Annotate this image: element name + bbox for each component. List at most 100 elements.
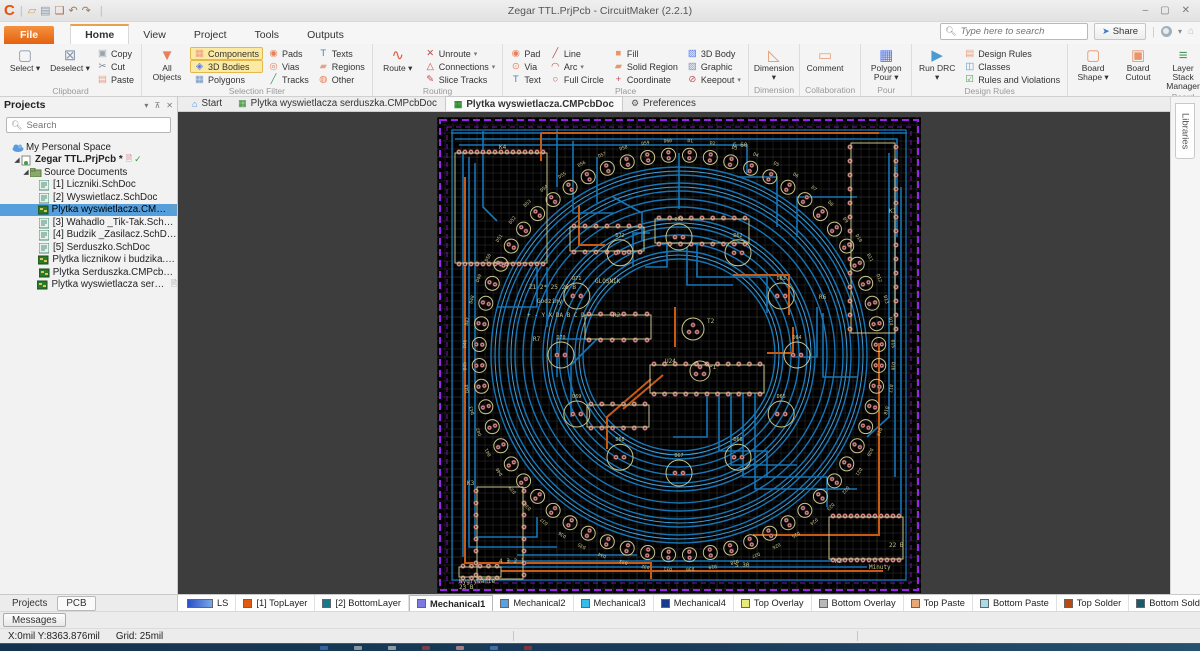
ribbon-button-pads[interactable]: ◉ Pads bbox=[264, 47, 313, 60]
ribbon-button-vias[interactable]: ◎ Vias bbox=[264, 60, 313, 73]
ribbon-button-all-objects[interactable]: ▼ All Objects bbox=[145, 45, 189, 86]
ribbon-button-comment[interactable]: ▭ Comment bbox=[803, 45, 847, 85]
ribbon-button-line[interactable]: ╱ Line bbox=[546, 47, 608, 60]
layer-tab-top-paste[interactable]: Top Paste bbox=[904, 595, 973, 611]
ribbon-button-3d-body[interactable]: ▧ 3D Body bbox=[683, 47, 745, 60]
ribbon-button-dimension[interactable]: ◺ Dimension ▾ bbox=[752, 45, 796, 85]
ribbon-button-3d-bodies[interactable]: ◈ 3D Bodies bbox=[190, 60, 264, 73]
tree-item-plytka-wyswietlacza-serduszka-c[interactable]: Plytka wyswietlacza serduszka.C🗎 bbox=[0, 279, 177, 292]
ribbon-button-solid-region[interactable]: ▰ Solid Region bbox=[609, 60, 682, 73]
tree-item-5-serduszko-schdoc[interactable]: [5] Serduszko.SchDoc bbox=[0, 241, 177, 254]
tree-item-plytka-wyswietlacza-cmpcbdoc[interactable]: Plytka wyswietlacza.CMPcbDoc🗎 bbox=[0, 203, 177, 216]
doc-tab-plytka-wyswietlacza-serduszka-cmpcbdoc[interactable]: ▦ Plytka wyswietlacza serduszka.CMPcbDoc bbox=[230, 96, 445, 111]
ribbon-button-rules-and-violations[interactable]: ☑ Rules and Violations bbox=[960, 73, 1064, 86]
ribbon-button-components[interactable]: ▦ Components bbox=[190, 47, 264, 60]
user-menu-caret[interactable]: ▾ bbox=[1178, 27, 1182, 36]
tree-item-2-wyswietlacz-schdoc[interactable]: [2] Wyswietlacz.SchDoc bbox=[0, 191, 177, 204]
layer-tab-mechanical3[interactable]: Mechanical3 bbox=[574, 595, 654, 611]
panel-collapse-icon[interactable]: ▾ bbox=[144, 101, 148, 110]
tree-item-plytka-serduszka-cmpcbdoc[interactable]: Plytka Serduszka.CMPcbDoc bbox=[0, 266, 177, 279]
ribbon-button-full-circle[interactable]: ○ Full Circle bbox=[546, 73, 608, 86]
ribbon-button-coordinate[interactable]: + Coordinate bbox=[609, 73, 682, 86]
save-icon[interactable]: ▤ bbox=[40, 5, 50, 17]
layer-tab-top-solder[interactable]: Top Solder bbox=[1057, 595, 1130, 611]
ribbon-button-layer-stack-manager[interactable]: ≡ Layer Stack Manager bbox=[1161, 45, 1200, 92]
tree-item-1-liczniki-schdoc[interactable]: [1] Liczniki.SchDoc bbox=[0, 179, 177, 192]
ribbon-button-design-rules[interactable]: ▤ Design Rules bbox=[960, 47, 1064, 60]
ribbon-button-copy[interactable]: ▣ Copy bbox=[93, 47, 138, 60]
doc-tab-preferences[interactable]: ⚙ Preferences bbox=[623, 96, 704, 111]
doc-tab-start[interactable]: ⌂ Start bbox=[184, 96, 230, 111]
ribbon-button-board-shape[interactable]: ▢ Board Shape ▾ bbox=[1071, 45, 1115, 92]
pcb-board[interactable]: D1 D2D3D4D5D6D7D8D9D10D11D12D13D14D15D16D… bbox=[437, 117, 921, 593]
ribbon-button-slice-tracks[interactable]: ✎ Slice Tracks bbox=[421, 73, 500, 86]
layer-tab-bottom-solder[interactable]: Bottom Solder bbox=[1129, 595, 1200, 611]
layer-tab-1-toplayer[interactable]: [1] TopLayer bbox=[236, 595, 316, 611]
ribbon-button-regions[interactable]: ▰ Regions bbox=[314, 60, 369, 73]
ribbon-button-paste[interactable]: ▤ Paste bbox=[93, 73, 138, 86]
tree-item-4-budzik-zasilacz-schdoc[interactable]: [4] Budzik _Zasilacz.SchDoc bbox=[0, 229, 177, 242]
ribbon-button-route[interactable]: ∿ Route ▾ bbox=[376, 45, 420, 86]
ribbon-button-polygon-pour[interactable]: ▦ Polygon Pour ▾ bbox=[864, 45, 908, 85]
tree-item-plytka-licznikow-i-budzika-cmp[interactable]: Plytka licznikow i budzika.CMP bbox=[0, 254, 177, 267]
ribbon-button-arc[interactable]: ◠ Arc ▾ bbox=[546, 60, 608, 73]
layer-tab-2-bottomlayer[interactable]: [2] BottomLayer bbox=[315, 595, 410, 611]
menu-tab-project[interactable]: Project bbox=[180, 26, 241, 44]
ribbon-button-other[interactable]: ◍ Other bbox=[314, 73, 369, 86]
home-icon[interactable]: ⌂ bbox=[1188, 26, 1194, 37]
layer-tab-mechanical4[interactable]: Mechanical4 bbox=[654, 595, 734, 611]
undo-icon[interactable]: ↶ bbox=[68, 5, 77, 17]
libraries-tab[interactable]: Libraries bbox=[1175, 103, 1195, 159]
close-button[interactable]: ✕ bbox=[1182, 5, 1190, 16]
projects-search-input[interactable] bbox=[26, 119, 166, 131]
open-document-icon[interactable]: ▱ bbox=[28, 5, 36, 17]
menu-tab-outputs[interactable]: Outputs bbox=[293, 26, 358, 44]
ribbon-button-run-drc[interactable]: ▶ Run DRC ▾ bbox=[915, 45, 959, 86]
global-search[interactable]: 🔍︎ bbox=[940, 23, 1089, 40]
ribbon-button-connections[interactable]: △ Connections ▾ bbox=[421, 60, 500, 73]
layer-tab-ls[interactable]: LS bbox=[180, 595, 237, 611]
ribbon-button-board-cutout[interactable]: ▣ Board Cutout bbox=[1116, 45, 1160, 92]
tree-item-3-wahadlo-tik-tak-schdoc[interactable]: [3] Wahadlo _Tik-Tak.SchDoc bbox=[0, 216, 177, 229]
minimize-button[interactable]: – bbox=[1143, 5, 1149, 16]
ribbon-button-deselect[interactable]: ⊠ Deselect ▾ bbox=[48, 45, 92, 86]
panel-close-icon[interactable]: ✕ bbox=[166, 101, 173, 110]
tree-item-my-personal-space[interactable]: My Personal Space bbox=[0, 141, 177, 154]
panel-tab-pcb[interactable]: PCB bbox=[57, 595, 96, 611]
ribbon-button-polygons[interactable]: ▦ Polygons bbox=[190, 73, 263, 86]
tree-item-source-documents[interactable]: ◢ Source Documents bbox=[0, 166, 177, 179]
panel-pin-icon[interactable]: ⊼ bbox=[154, 101, 160, 110]
ribbon-button-keepout[interactable]: ⊘ Keepout ▾ bbox=[683, 73, 745, 86]
layer-tab-bottom-paste[interactable]: Bottom Paste bbox=[973, 595, 1057, 611]
menu-tab-file[interactable]: File bbox=[4, 26, 55, 44]
pcb-canvas[interactable]: D1 D2 D3 D4 D5 D6 D7 D8 D9 D10 D11 D12 D13 D14 D15 D16 D… bbox=[178, 112, 1170, 594]
projects-search[interactable]: 🔍︎ bbox=[6, 117, 171, 133]
expand-icon[interactable]: ◢ bbox=[13, 156, 21, 164]
redo-icon[interactable]: ↷ bbox=[82, 5, 91, 17]
storage-manager-icon[interactable]: ❑ bbox=[55, 5, 65, 17]
layer-tab-bottom-overlay[interactable]: Bottom Overlay bbox=[812, 595, 904, 611]
ribbon-button-classes[interactable]: ◫ Classes bbox=[960, 60, 1064, 73]
user-avatar[interactable] bbox=[1160, 26, 1172, 37]
ribbon-button-unroute[interactable]: ✕ Unroute ▾ bbox=[421, 47, 500, 60]
ribbon-button-fill[interactable]: ■ Fill bbox=[609, 47, 682, 60]
ribbon-button-tracks[interactable]: ╱ Tracks bbox=[264, 73, 313, 86]
tree-item-zegar-ttl-prjpcb[interactable]: ◢ Zegar TTL.PrjPcb * 🗎 ✓ bbox=[0, 154, 177, 167]
layer-tab-top-overlay[interactable]: Top Overlay bbox=[734, 595, 812, 611]
global-search-input[interactable] bbox=[960, 26, 1084, 37]
ribbon-button-pad[interactable]: ◉ Pad bbox=[506, 47, 545, 60]
ribbon-button-texts[interactable]: T Texts bbox=[314, 47, 369, 60]
layer-tab-mechanical2[interactable]: Mechanical2 bbox=[493, 595, 574, 611]
menu-tab-home[interactable]: Home bbox=[70, 24, 130, 44]
layer-tab-mechanical1[interactable]: Mechanical1 bbox=[409, 595, 494, 611]
expand-icon[interactable]: ◢ bbox=[22, 168, 30, 176]
ribbon-button-cut[interactable]: ✂ Cut bbox=[93, 60, 138, 73]
ribbon-button-via[interactable]: ⊙ Via bbox=[506, 60, 545, 73]
share-button[interactable]: ➤ Share bbox=[1094, 23, 1147, 40]
menu-tab-tools[interactable]: Tools bbox=[241, 26, 294, 44]
ribbon-button-text[interactable]: T Text bbox=[506, 73, 545, 86]
panel-tab-projects[interactable]: Projects bbox=[4, 597, 55, 610]
messages-button[interactable]: Messages bbox=[3, 613, 66, 627]
menu-tab-view[interactable]: View bbox=[129, 26, 180, 44]
ribbon-button-graphic[interactable]: ▨ Graphic bbox=[683, 60, 745, 73]
